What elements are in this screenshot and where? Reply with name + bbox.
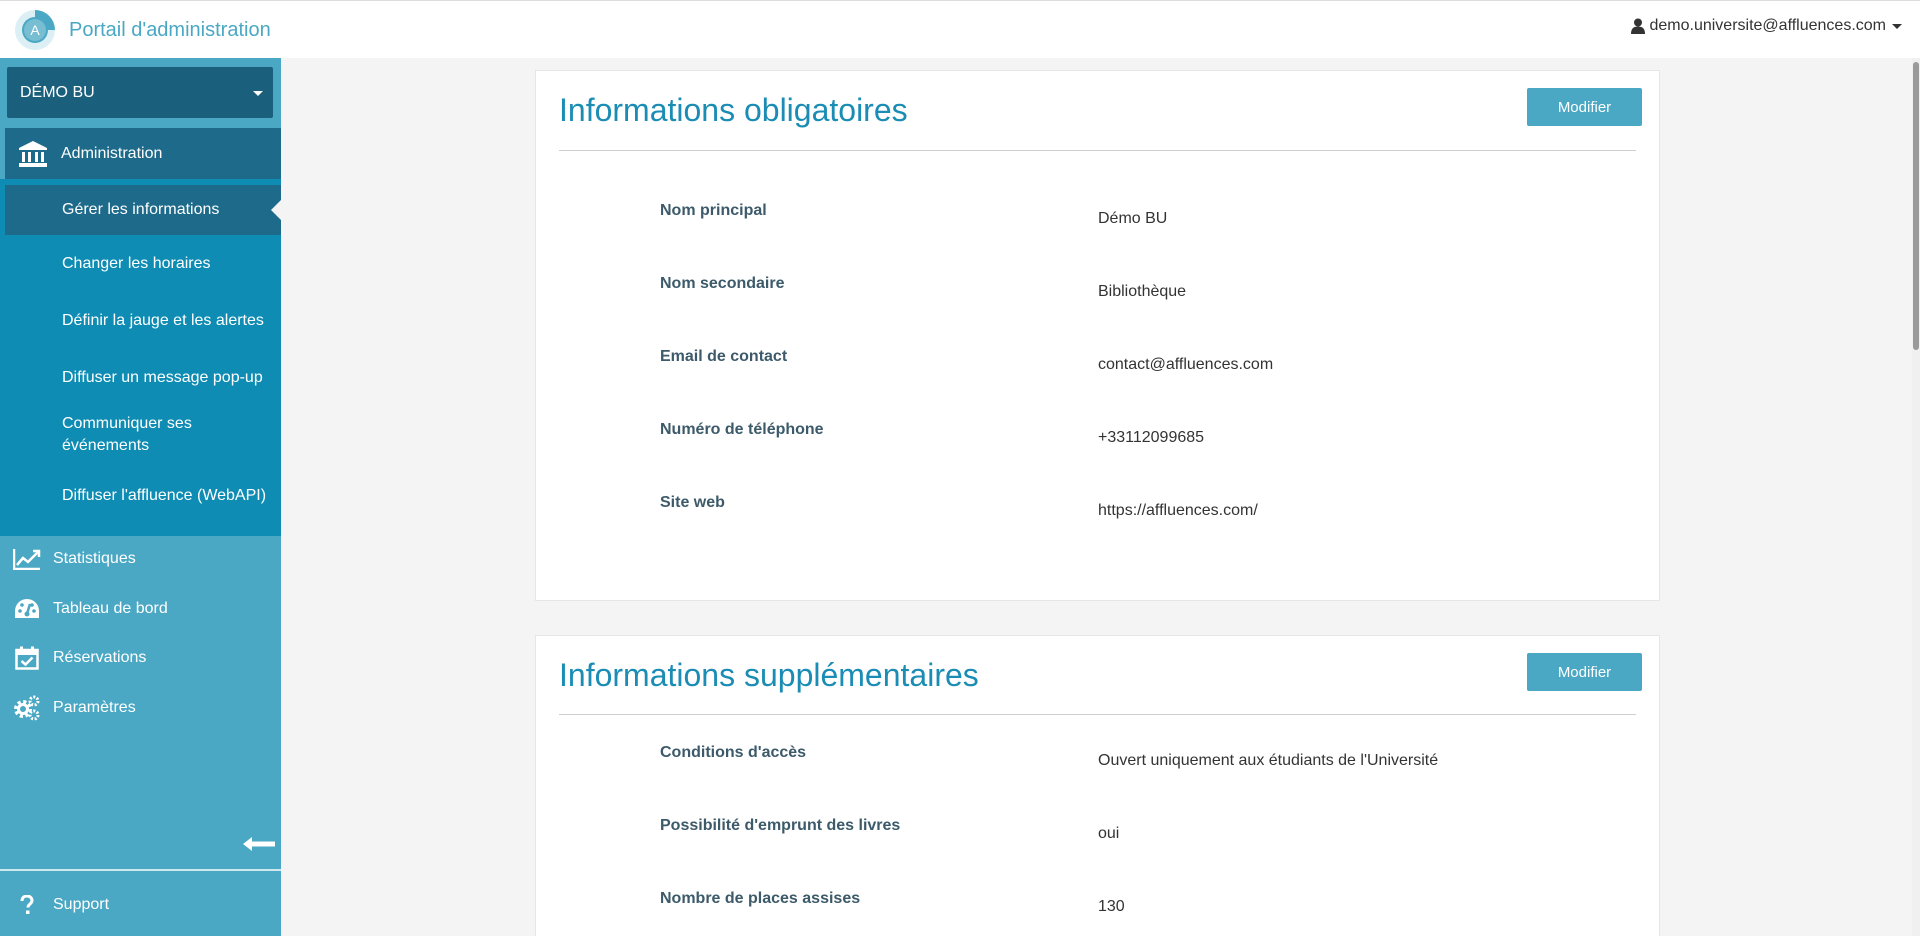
- sidebar-item-label: Statistiques: [53, 550, 136, 567]
- admin-section: Administration Gérer les informations Ch…: [0, 128, 281, 536]
- field-label: Nom secondaire: [660, 275, 785, 292]
- user-icon: [1631, 18, 1646, 34]
- field-value: https://affluences.com/: [1098, 502, 1258, 519]
- sidebar-item-label: Réservations: [53, 649, 147, 666]
- sidebar-subitem-label: Communiquer ses événements: [62, 415, 192, 454]
- field-label: Nom principal: [660, 202, 767, 219]
- logo-icon: A: [15, 10, 55, 50]
- sidebar-item-support[interactable]: Support: [0, 882, 281, 928]
- collapse-sidebar-button[interactable]: [243, 836, 275, 857]
- sidebar-item-reservations[interactable]: Réservations: [0, 635, 281, 681]
- field-value: Bibliothèque: [1098, 283, 1187, 300]
- sidebar-subitem-webapi[interactable]: Diffuser l'affluence (WebAPI): [5, 464, 281, 528]
- panel-title: Informations obligatoires: [559, 92, 908, 128]
- svg-text:A: A: [30, 22, 40, 38]
- user-menu[interactable]: demo.universite@affluences.com: [1631, 17, 1902, 35]
- sidebar-divider: [0, 869, 281, 871]
- sidebar-item-administration[interactable]: Administration: [0, 128, 281, 179]
- gauge-icon: [13, 598, 41, 620]
- sidebar-item-settings[interactable]: Paramètres: [0, 685, 281, 731]
- field-label: Email de contact: [660, 348, 788, 365]
- sidebar-subitem-label: Changer les horaires: [62, 254, 211, 272]
- sidebar-item-label: Paramètres: [53, 699, 136, 716]
- brand[interactable]: A Portail d'administration: [14, 7, 271, 53]
- sidebar-subitem-popup-message[interactable]: Diffuser un message pop-up: [5, 349, 281, 406]
- chevron-down-icon: [253, 91, 263, 96]
- field-label: Nombre de places assises: [660, 890, 861, 907]
- sidebar-subitem-gauge-alerts[interactable]: Définir la jauge et les alertes: [5, 292, 281, 349]
- panel-extra-info: Informations supplémentaires Modifier Co…: [535, 635, 1660, 936]
- sidebar-item-dashboard[interactable]: Tableau de bord: [0, 586, 281, 632]
- sidebar-subitem-hours[interactable]: Changer les horaires: [5, 235, 281, 292]
- sidebar-subitem-events[interactable]: Communiquer ses événements: [5, 406, 281, 464]
- panel-title: Informations supplémentaires: [559, 657, 979, 693]
- scrollbar-thumb[interactable]: [1913, 62, 1919, 350]
- panel-mandatory-info: Informations obligatoires Modifier Nom p…: [535, 70, 1660, 601]
- sidebar-item-label: Tableau de bord: [53, 600, 168, 617]
- field-value: oui: [1098, 825, 1120, 842]
- sidebar-subitem-label: Diffuser un message pop-up: [62, 368, 263, 386]
- page-scrollbar[interactable]: [1912, 58, 1920, 936]
- calendar-check-icon: [13, 646, 41, 670]
- sidebar-item-statistics[interactable]: Statistiques: [0, 536, 281, 582]
- field-value: Démo BU: [1098, 210, 1168, 227]
- app-title: Portail d'administration: [69, 18, 271, 41]
- field-label: Possibilité d'emprunt des livres: [660, 817, 901, 834]
- field-label: Numéro de téléphone: [660, 421, 824, 438]
- field-label: Site web: [660, 494, 725, 511]
- bank-icon: [19, 140, 47, 167]
- sidebar-subitem-manage-info[interactable]: Gérer les informations: [5, 185, 281, 235]
- arrow-left-icon: [243, 837, 275, 851]
- user-email: demo.universite@affluences.com: [1649, 17, 1886, 34]
- org-select[interactable]: DÉMO BU: [7, 67, 273, 118]
- field-label: Conditions d'accès: [660, 744, 807, 761]
- top-bar: A Portail d'administration demo.universi…: [0, 0, 1920, 58]
- field-value: contact@affluences.com: [1098, 356, 1274, 373]
- chart-line-icon: [13, 548, 41, 570]
- panel-divider: [559, 714, 1636, 715]
- question-icon: [13, 895, 41, 915]
- field-value: 130: [1098, 898, 1125, 915]
- chevron-down-icon: [1892, 23, 1902, 29]
- edit-mandatory-button[interactable]: Modifier: [1527, 88, 1642, 126]
- sidebar-subitem-label: Gérer les informations: [62, 201, 220, 218]
- sidebar-item-label: Administration: [61, 144, 163, 162]
- org-select-label: DÉMO BU: [20, 83, 95, 101]
- panel-divider: [559, 150, 1636, 151]
- sidebar-subitem-label: Diffuser l'affluence (WebAPI): [62, 487, 267, 504]
- gears-icon: [13, 695, 41, 721]
- sidebar-subitem-label: Définir la jauge et les alertes: [62, 311, 264, 329]
- field-value: +33112099685: [1098, 429, 1205, 446]
- sidebar-item-label: Support: [53, 896, 110, 913]
- edit-extra-button[interactable]: Modifier: [1527, 653, 1642, 691]
- sidebar: DÉMO BU Administration Gérer les informa…: [0, 58, 281, 936]
- field-value: Ouvert uniquement aux étudiants de l'Uni…: [1098, 752, 1439, 769]
